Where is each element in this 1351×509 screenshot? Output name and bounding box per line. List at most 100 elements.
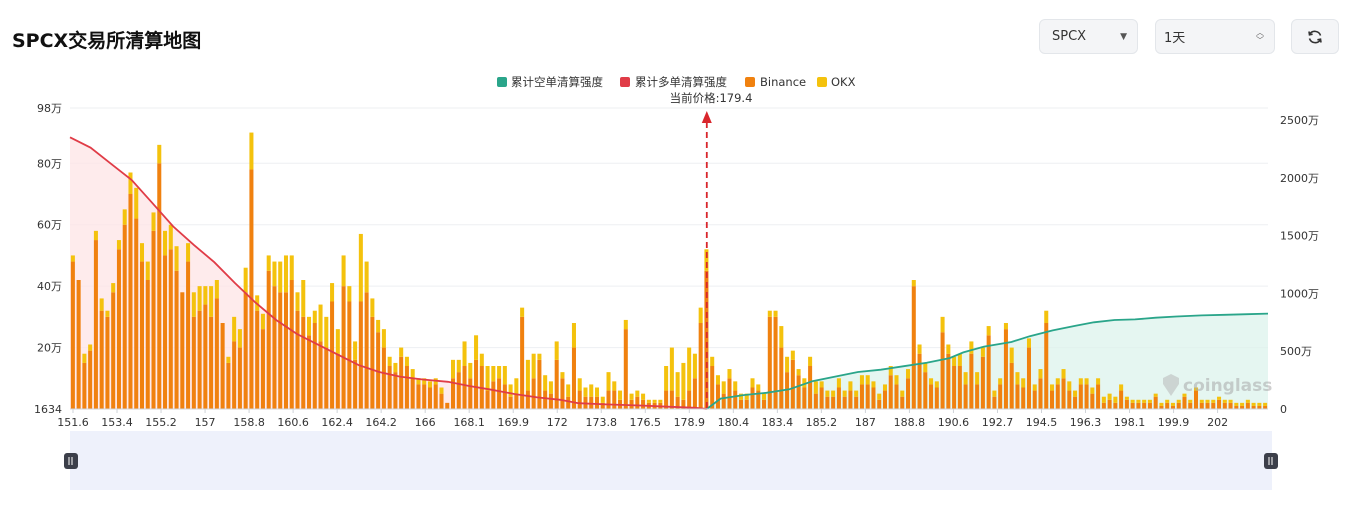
bar-binance — [295, 310, 300, 409]
bar-binance — [969, 353, 974, 409]
slider-handle-left[interactable] — [64, 453, 78, 469]
bar-okx — [1124, 396, 1129, 400]
bar-binance — [762, 399, 767, 409]
bar-okx — [283, 255, 288, 293]
x-tick-label: 157 — [195, 416, 216, 429]
bar-okx — [848, 381, 853, 391]
bar-binance — [848, 390, 853, 409]
bar-okx — [145, 261, 150, 280]
bar-okx — [439, 387, 444, 394]
bar-binance — [289, 280, 294, 409]
bar-okx — [376, 319, 381, 333]
bar-binance — [641, 399, 646, 409]
bar-binance — [623, 329, 628, 409]
bar-okx — [260, 313, 265, 330]
bar-okx — [479, 353, 484, 366]
bar-binance — [980, 356, 985, 409]
x-tick-label: 162.4 — [321, 416, 353, 429]
bar-okx — [825, 390, 830, 397]
bar-okx — [1199, 399, 1204, 403]
bar-okx — [330, 283, 335, 302]
bar-okx — [796, 369, 801, 376]
bar-binance — [427, 387, 432, 409]
bar-okx — [1003, 323, 1008, 330]
bar-okx — [715, 375, 720, 385]
bar-binance — [186, 261, 191, 409]
bar-okx — [370, 298, 375, 317]
bar-binance — [364, 292, 369, 409]
y-right-tick: 1500万 — [1280, 230, 1319, 243]
bar-okx — [571, 323, 576, 348]
bar-okx — [1055, 378, 1060, 385]
bar-binance — [283, 292, 288, 409]
bar-binance — [341, 286, 346, 409]
bar-binance — [871, 387, 876, 409]
bar-binance — [687, 390, 692, 409]
bar-binance — [122, 224, 127, 409]
bar-okx — [427, 381, 432, 388]
bar-okx — [1170, 402, 1175, 406]
bar-okx — [139, 243, 145, 262]
bar-okx — [940, 316, 945, 333]
bar-binance — [566, 396, 571, 409]
bar-binance — [710, 366, 715, 409]
bar-okx — [232, 316, 237, 342]
x-tick-label: 160.6 — [277, 416, 309, 429]
bar-binance — [940, 332, 945, 409]
bar-okx — [612, 381, 617, 391]
bar-okx — [808, 356, 813, 366]
bar-okx — [721, 381, 726, 394]
bar-okx — [462, 341, 467, 366]
bar-okx — [209, 286, 214, 317]
liquidation-chart: 累计空单清算强度 累计多单清算强度 Binance OKX 当前价格:179.4… — [34, 75, 1319, 490]
bar-binance — [1136, 402, 1141, 409]
slider-handle-right[interactable] — [1264, 453, 1278, 469]
bar-okx — [646, 399, 651, 403]
bar-binance — [1188, 402, 1193, 409]
bar-binance — [168, 249, 173, 409]
legend-long[interactable]: 累计多单清算强度 — [635, 75, 727, 89]
bar-okx — [491, 366, 496, 382]
bar-binance — [543, 390, 548, 409]
bar-okx — [1009, 347, 1014, 363]
x-tick-label: 190.6 — [938, 416, 970, 429]
legend-binance[interactable]: Binance — [760, 75, 806, 89]
bar-okx — [111, 283, 116, 293]
bar-binance — [278, 292, 283, 409]
bar-okx — [1222, 399, 1227, 403]
bar-binance — [214, 298, 219, 409]
bar-okx — [946, 344, 951, 354]
bar-okx — [278, 261, 283, 293]
bar-binance — [128, 194, 133, 409]
bar-binance — [727, 378, 732, 409]
y-left-tick: 60万 — [37, 219, 62, 232]
bar-okx — [594, 387, 600, 397]
bar-okx — [1153, 393, 1158, 397]
bar-okx — [871, 381, 876, 388]
bar-okx — [1073, 390, 1078, 397]
range-slider[interactable] — [70, 431, 1272, 490]
bar-okx — [969, 341, 974, 354]
bar-binance — [1021, 387, 1026, 409]
bar-okx — [785, 356, 790, 373]
legend-okx[interactable]: OKX — [831, 75, 856, 89]
bar-okx — [929, 378, 934, 385]
bar-binance — [1147, 402, 1152, 409]
bar-okx — [906, 369, 911, 379]
bar-okx — [243, 267, 248, 293]
bar-binance — [226, 362, 231, 409]
bar-okx — [992, 390, 997, 397]
bar-okx — [1015, 372, 1020, 385]
y-right-tick: 2500万 — [1280, 114, 1319, 127]
bar-okx — [1090, 387, 1095, 394]
bar-okx — [877, 393, 882, 400]
watermark-text: coinglass — [1183, 376, 1272, 396]
bar-binance — [191, 316, 196, 409]
bar-okx — [157, 144, 162, 164]
bar-binance — [692, 378, 697, 409]
bar-binance — [859, 384, 864, 409]
bar-binance — [502, 384, 507, 409]
x-tick-label: 172 — [547, 416, 568, 429]
bar-okx — [1165, 399, 1170, 403]
legend-short[interactable]: 累计空单清算强度 — [511, 75, 603, 89]
